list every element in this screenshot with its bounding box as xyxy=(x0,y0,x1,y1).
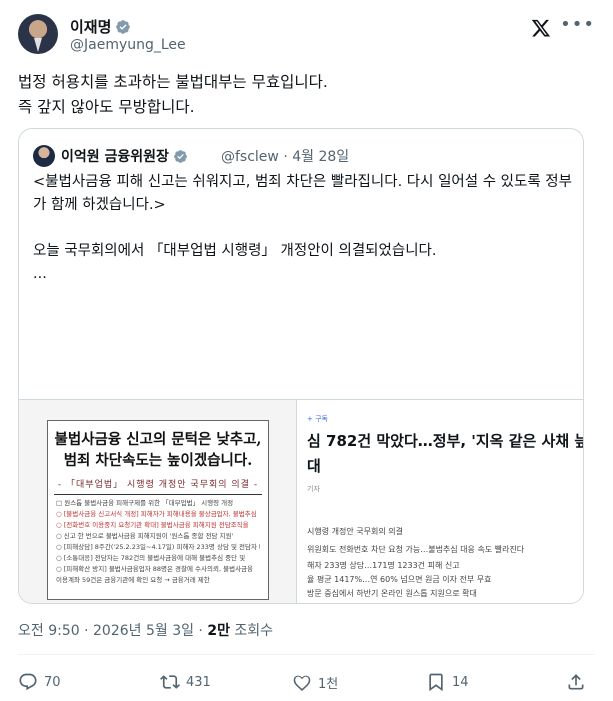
doc-title-line: 불법사금융 신고의 문턱은 낮추고, xyxy=(54,431,262,448)
quoted-author-avatar xyxy=(33,145,55,167)
verified-icon xyxy=(174,150,187,163)
news-line: 율 평균 1417%…연 60% 넘으면 원금 이자 전부 무효 xyxy=(307,575,492,584)
news-line: 시행령 개정안 국무회의 의결 xyxy=(307,527,403,536)
bookmark-button[interactable]: 14 xyxy=(426,672,469,692)
tweet-header: 이재명 @Jaemyung_Lee ••• xyxy=(18,12,595,56)
reply-button[interactable]: 70 xyxy=(18,672,61,692)
tweet-line: 즉 갚지 않아도 무방합니다. xyxy=(18,98,195,116)
doc-item: ○ [전화번호 이용중지 요청기관 확대] 불법사금융 피해지원 전담조직을 xyxy=(56,521,249,529)
retweet-icon xyxy=(160,675,180,689)
doc-item: □ 원스톱 불법사금융 피해구제를 위한 「대부업법」 시행령 개정 xyxy=(56,499,234,507)
reply-count: 70 xyxy=(44,674,61,690)
quoted-tweet[interactable]: 이억원 금융위원장 @fsclew · 4월 28일 <불법사금융 피해 신고는… xyxy=(18,128,584,604)
doc-subtitle: - 「대부업법」 시행령 개정안 국무회의 의결 - xyxy=(57,480,259,490)
quoted-text: <불법사금융 피해 신고는 쉬워지고, 범죄 차단은 빨라집니다. 다시 일어설… xyxy=(33,171,573,286)
action-divider xyxy=(18,654,595,655)
doc-item: ○ [피해확산 방지] 불법사금융업자 88명은 경찰에 수사의뢰, 불법사금융 xyxy=(56,565,254,573)
press-release-document: 불법사금융 신고의 문턱은 낮추고, 범죄 차단속도는 높이겠습니다. - 「대… xyxy=(47,420,269,600)
doc-item: ○ 신고 한 번으로 불법사금융 피해지원이 '원스톱 종합 전담 지원' xyxy=(56,532,234,540)
news-article-image[interactable]: + 구독 심 782건 막았다…정부, '지옥 같은 사채 늪' 원 대 기자 … xyxy=(299,400,584,603)
quoted-author-name-text: 이억원 금융위원장 xyxy=(61,149,169,165)
tweet-timestamp[interactable]: 오전 9:50 · 2026년 5월 3일 · xyxy=(18,623,207,639)
tweet-meta: 오전 9:50 · 2026년 5월 3일 · 2만 조회수 xyxy=(18,620,273,640)
tweet-line: 법정 허용치를 초과하는 불법대부는 무효입니다. xyxy=(18,73,328,91)
doc-title: 불법사금융 신고의 문턱은 낮추고, 범죄 차단속도는 높이겠습니다. xyxy=(48,429,268,471)
share-icon xyxy=(568,674,584,690)
view-label: 조회수 xyxy=(229,623,274,639)
author-name[interactable]: 이재명 xyxy=(70,16,131,37)
news-section: + 구독 xyxy=(307,415,328,423)
author-handle[interactable]: @Jaemyung_Lee xyxy=(70,37,186,53)
news-byline: 기자 xyxy=(307,485,320,493)
quoted-author-name: 이억원 금융위원장 xyxy=(61,146,188,166)
more-icon[interactable]: ••• xyxy=(560,14,595,35)
doc-title-line: 범죄 차단속도는 높이겠습니다. xyxy=(63,452,253,469)
quoted-line xyxy=(33,217,573,240)
quoted-media[interactable]: 불법사금융 신고의 문턱은 낮추고, 범죄 차단속도는 높이겠습니다. - 「대… xyxy=(19,399,584,603)
tweet-text: 법정 허용치를 초과하는 불법대부는 무효입니다. 즉 갚지 않아도 무방합니다… xyxy=(18,70,588,120)
news-headline: 심 782건 막았다…정부, '지옥 같은 사채 늪' 원 대 xyxy=(307,430,584,476)
share-button[interactable] xyxy=(566,672,592,692)
like-button[interactable]: 1천 xyxy=(292,672,338,692)
doc-item: ○ [피해상담] 8주간('25.2.23일~4.17일) 피해자 233명 상… xyxy=(56,543,260,551)
quoted-line: 오늘 국무회의에서 「대부업법 시행령」 개정안이 의결되었습니다. xyxy=(33,243,437,259)
doc-item: ○ [불법사금융 신고서식 개정] 피해자가 피해내용을 불상금업자, 불법추심 xyxy=(56,510,257,518)
news-line: 해자 233명 상담…171명 1233건 피해 신고 xyxy=(307,561,460,570)
view-count: 2만 xyxy=(207,623,230,639)
quoted-line: <불법사금융 피해 신고는 쉬워지고, 범죄 차단은 빨라집니다. 다시 일어설… xyxy=(33,174,572,213)
quoted-author-handle: @fsclew · 4월 28일 xyxy=(221,149,350,165)
reply-icon xyxy=(19,673,37,691)
news-headline-line: 대 xyxy=(307,457,321,475)
retweet-button[interactable]: 431 xyxy=(160,672,211,692)
news-line: 위원회도 전화번호 차단 요청 가능…불법추심 대응 속도 빨라진다 xyxy=(307,545,525,554)
x-logo-icon[interactable] xyxy=(531,18,551,43)
retweet-count: 431 xyxy=(186,674,211,690)
news-headline-line: 심 782건 막았다…정부, '지옥 같은 사채 늪' 원 xyxy=(307,432,584,450)
author-name-text[interactable]: 이재명 xyxy=(70,18,111,36)
news-line: 방문 중심에서 하반기 온라인 원스톱 지원으로 확대 xyxy=(307,589,477,598)
action-bar: 70 431 1천 14 xyxy=(18,670,595,698)
press-release-image[interactable]: 불법사금융 신고의 문턱은 낮추고, 범죄 차단속도는 높이겠습니다. - 「대… xyxy=(19,400,297,603)
like-count: 1천 xyxy=(318,676,339,692)
quoted-line: ... xyxy=(33,266,47,282)
bookmark-icon xyxy=(429,673,443,692)
doc-item: 이용계좌 59건은 금융기관에 확인 요청 → 금융거래 제한 xyxy=(56,576,210,584)
verified-icon xyxy=(116,20,131,34)
doc-divider xyxy=(54,494,262,495)
bookmark-count: 14 xyxy=(452,674,469,690)
author-avatar[interactable] xyxy=(18,14,58,54)
doc-item: ○ [소통대응] 전담자는 782건의 불법사금융에 대해 불법추심 중단 및 xyxy=(56,554,246,562)
like-icon xyxy=(293,675,311,692)
